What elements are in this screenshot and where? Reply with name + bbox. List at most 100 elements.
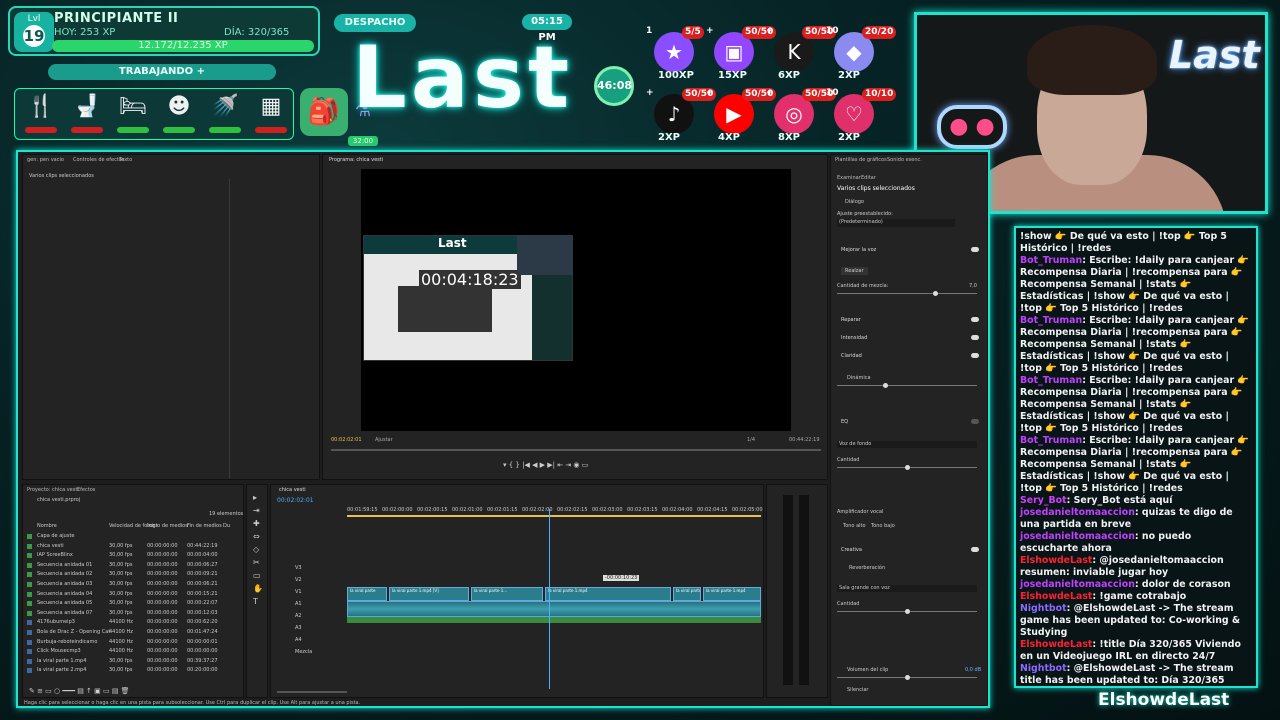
project-item-name[interactable]: Secuencia anidada 02 (37, 571, 92, 577)
reverb-label[interactable]: Reverberación (849, 565, 885, 571)
essential-subtab[interactable]: Editar (861, 175, 876, 181)
tone-high-radio[interactable]: Tono alto (843, 523, 866, 529)
project-tabs: Proyecto: chica vesti Efectos (27, 487, 227, 495)
section-toggle[interactable] (971, 247, 979, 252)
track-label[interactable]: V3 (295, 565, 302, 571)
tools-icons[interactable]: ▸ ⇥ ✚ ⇔ ◇ ✂ ▭ ✋ T (253, 491, 263, 608)
project-column-header[interactable]: Fin de medios (187, 523, 222, 529)
work-area-bar[interactable] (347, 515, 761, 517)
program-fit-select[interactable]: Ajustar (375, 437, 393, 443)
section-header[interactable]: Creativa (841, 547, 862, 553)
section-toggle[interactable] (971, 547, 979, 552)
frame-inner-window (398, 286, 492, 332)
project-item-name[interactable]: IAP ScreeBlinx (37, 552, 73, 558)
source-tab[interactable]: gen: pen vacio (27, 157, 64, 163)
section-header[interactable]: Mejorar la voz (841, 247, 876, 253)
timeline-zoom-bar[interactable] (277, 691, 347, 693)
meter-right (799, 495, 809, 685)
project-item-name[interactable]: Capa de ajuste (37, 533, 75, 539)
audio-clip-a2[interactable] (347, 617, 761, 623)
mix-slider-knob[interactable] (933, 291, 938, 296)
tone-low-radio[interactable]: Tono bajo (871, 523, 895, 529)
project-footer-tools[interactable]: ✎ ≡ ▭ ○ ━━━ ▤ ↑ ▣ ▭ ▤ 🗑 (29, 687, 130, 695)
reverb-preset-select[interactable]: Sala grande con voz (837, 585, 977, 592)
project-item-color-label (27, 562, 32, 568)
essential-type[interactable]: Diálogo (845, 199, 864, 205)
mute-checkbox[interactable]: Silenciar (847, 687, 868, 693)
project-item-name[interactable]: Click Mousecmp3 (37, 648, 81, 654)
project-item-name[interactable]: la viral parte 2.mp4 (37, 667, 86, 673)
level-badge: Lvl 19 (14, 12, 54, 52)
source-tab[interactable]: Texto (119, 157, 132, 163)
project-item-rate: 30,00 fps (109, 667, 133, 674)
dynamic-slider[interactable] (837, 385, 977, 386)
amount-slider-1-knob[interactable] (905, 465, 910, 470)
transport-controls[interactable]: ▾ { } |◀ ◀ ▶ ▶| ⇤ ⇥ ◉ ▭ (503, 461, 588, 469)
track-label[interactable]: Mezcla (295, 649, 312, 655)
timeline-ruler[interactable]: 00:01:59:15 00:02:00:00 00:02:00:15 00:02:0… (347, 507, 763, 515)
source-tab[interactable]: Controles de efectos (73, 157, 124, 163)
project-column-header[interactable]: Du (223, 523, 230, 529)
program-quality-select[interactable]: 1/4 (747, 437, 755, 443)
amount-slider-2-knob[interactable] (905, 609, 910, 614)
video-clip[interactable]: la viral parte 1.mp4 (703, 587, 761, 601)
playhead[interactable] (549, 509, 550, 689)
preset-select[interactable]: (Predeterminado) (837, 219, 955, 227)
project-column-header[interactable]: Nombre (37, 523, 57, 529)
section-toggle[interactable] (971, 419, 979, 424)
project-item-name[interactable]: Bola de Drac Z - Opening Cat (37, 629, 110, 635)
today-xp: HOY: 253 XP (54, 27, 116, 38)
project-item-color-label (27, 630, 32, 635)
project-item-start: 00:00:00:00 (147, 667, 178, 674)
enhance-button[interactable]: Realzar (841, 267, 868, 275)
project-item-name[interactable]: Secuencia anidada 03 (37, 581, 92, 587)
project-item-name[interactable]: Secuencia anidada 04 (37, 591, 92, 597)
status-label: TRABAJANDO (118, 66, 194, 77)
project-item-name[interactable]: Burbuja-reboteindicamo (37, 639, 97, 645)
goal-xp: 2XP (838, 132, 860, 143)
track-label[interactable]: A2 (295, 613, 302, 619)
project-item-name[interactable]: chica vesti (37, 543, 64, 549)
project-tab[interactable]: Efectos (77, 487, 95, 493)
project-item-name[interactable]: Secuencia anidada 07 (37, 610, 92, 616)
essential-subtab[interactable]: Examinar (837, 175, 861, 181)
video-clip[interactable]: la viral parte (347, 587, 387, 601)
video-clip[interactable]: la viral parte 1. (673, 587, 701, 601)
goal-xp: 2XP (658, 132, 680, 143)
project-item-name[interactable]: 4176ubumeip3 (37, 619, 75, 625)
chat-message: !show 👉 De qué va esto | !top 👉 Top 5 Hi… (1020, 231, 1252, 255)
track-label[interactable]: V2 (295, 577, 302, 583)
track-label[interactable]: V1 (295, 589, 302, 595)
voice-preset-select[interactable]: Voz de fondo (837, 441, 977, 448)
video-clip[interactable]: la viral parte 1.mp4 [V] (389, 587, 469, 601)
project-item-end: 00:00:12:03 (187, 609, 218, 616)
video-clip[interactable]: la viral parte 1.mp4 (545, 587, 671, 601)
essential-tab[interactable]: Sonido esenc. (887, 157, 922, 163)
track-label[interactable]: A3 (295, 625, 302, 631)
section-header[interactable]: Claridad (841, 353, 862, 359)
track-label[interactable]: A1 (295, 601, 302, 607)
section-toggle[interactable] (971, 335, 979, 340)
project-item-name[interactable]: Secuencia anidada 05 (37, 600, 92, 606)
dynamic-slider-knob[interactable] (883, 383, 888, 388)
video-clip[interactable]: la viral parte 1... (471, 587, 543, 601)
timeline-tab[interactable]: chica vesti (279, 487, 306, 493)
section-header[interactable]: Intensidad (841, 335, 867, 341)
utensils-icon: 🍴 (27, 94, 55, 119)
program-tab[interactable]: Programa: chica vesti (329, 157, 383, 163)
program-scrubber[interactable] (331, 449, 821, 451)
clip-volume-knob[interactable] (905, 675, 910, 680)
project-tab[interactable]: Proyecto: chica vesti (27, 487, 79, 493)
track-label[interactable]: A4 (295, 637, 302, 643)
section-toggle[interactable] (971, 317, 979, 322)
project-item-name[interactable]: Secuencia anidada 01 (37, 562, 92, 568)
audio-clip-a1[interactable] (347, 601, 761, 617)
section-header[interactable]: EQ (841, 419, 848, 425)
essential-tab[interactable]: Plantillas de gráficos (835, 157, 887, 163)
project-item-start: 00:00:00:00 (147, 561, 178, 568)
section-header[interactable]: Reparar (841, 317, 861, 323)
project-column-header[interactable]: Inicio de medios (147, 523, 188, 529)
project-item-name[interactable]: la viral parte 1.mp4 (37, 658, 86, 664)
mix-slider[interactable] (837, 293, 977, 294)
section-toggle[interactable] (971, 353, 979, 358)
